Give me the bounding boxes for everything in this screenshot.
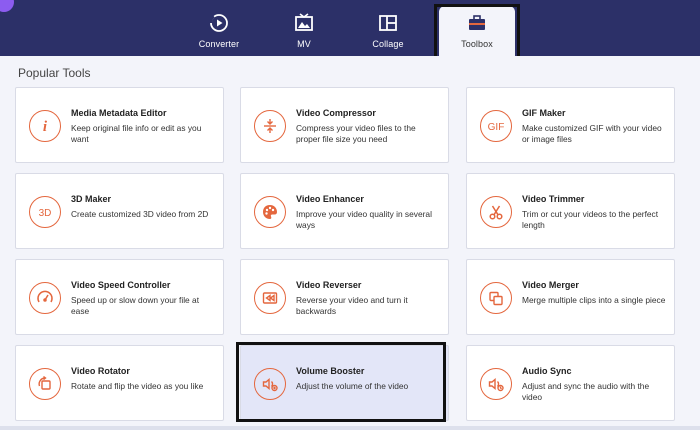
tool-title: GIF Maker xyxy=(522,108,566,118)
scissors-icon xyxy=(480,196,512,228)
tool-description: Reverse your video and turn it backwards xyxy=(296,295,408,316)
tool-card-video-merger[interactable]: Video Merger Merge multiple clips into a… xyxy=(466,259,675,335)
bottom-edge xyxy=(0,426,700,430)
svg-text:i: i xyxy=(43,119,48,135)
tool-description: Rotate and flip the video as you like xyxy=(71,381,204,391)
tab-converter-label: Converter xyxy=(198,39,240,49)
tool-card-video-trimmer[interactable]: Video Trimmer Trim or cut your videos to… xyxy=(466,173,675,249)
toolbox-icon xyxy=(469,15,485,30)
mv-icon xyxy=(295,13,313,31)
audio-sync-icon xyxy=(480,368,512,400)
tool-card-gif-maker[interactable]: GIF GIF Maker Make customized GIF with y… xyxy=(466,87,675,163)
merge-icon xyxy=(480,282,512,314)
tool-card-video-reverser[interactable]: Video Reverser Reverse your video and tu… xyxy=(240,259,449,335)
tool-card-media-metadata-editor[interactable]: i Media Metadata Editor Keep original fi… xyxy=(15,87,224,163)
info-icon: i xyxy=(29,110,61,142)
tool-title: Media Metadata Editor xyxy=(71,108,167,118)
tool-title: Video Rotator xyxy=(71,366,130,376)
svg-text:GIF: GIF xyxy=(488,122,505,133)
tool-card-audio-sync[interactable]: Audio Sync Adjust and sync the audio wit… xyxy=(466,345,675,421)
tab-mv-label: MV xyxy=(297,39,311,49)
tool-description: Adjust and sync the audio with the video xyxy=(522,381,650,402)
rewind-icon xyxy=(254,282,286,314)
tool-card-video-enhancer[interactable]: Video Enhancer Improve your video qualit… xyxy=(240,173,449,249)
svg-text:3D: 3D xyxy=(39,208,52,219)
tab-toolbox[interactable]: Toolbox xyxy=(439,6,515,56)
converter-icon xyxy=(209,14,228,32)
tab-collage[interactable]: Collage xyxy=(350,6,426,56)
speedometer-icon xyxy=(29,282,61,314)
section-title: Popular Tools xyxy=(18,66,91,80)
tool-description: Create customized 3D video from 2D xyxy=(71,209,209,219)
tab-mv[interactable]: MV xyxy=(266,6,342,56)
collage-icon xyxy=(379,15,397,31)
tool-description: Improve your video quality in several wa… xyxy=(296,209,432,230)
tool-title: Video Reverser xyxy=(296,280,362,290)
tool-description: Trim or cut your videos to the perfect l… xyxy=(522,209,659,230)
tool-title: Video Speed Controller xyxy=(71,280,171,290)
tool-card-video-rotator[interactable]: Video Rotator Rotate and flip the video … xyxy=(15,345,224,421)
tool-card-3d-maker[interactable]: 3D 3D Maker Create customized 3D video f… xyxy=(15,173,224,249)
tool-card-volume-booster[interactable]: Volume Booster Adjust the volume of the … xyxy=(240,345,449,421)
palette-icon xyxy=(254,196,286,228)
tool-card-video-speed-controller[interactable]: Video Speed Controller Speed up or slow … xyxy=(15,259,224,335)
tool-card-video-compressor[interactable]: Video Compressor Compress your video fil… xyxy=(240,87,449,163)
volume-icon xyxy=(254,368,286,400)
tool-description: Compress your video files to the proper … xyxy=(296,123,416,144)
tool-title: Video Enhancer xyxy=(296,194,364,204)
compress-icon xyxy=(254,110,286,142)
tab-collage-label: Collage xyxy=(372,39,404,49)
tool-description: Adjust the volume of the video xyxy=(296,381,409,391)
tool-description: Merge multiple clips into a single piece xyxy=(522,295,666,305)
tool-title: Audio Sync xyxy=(522,366,572,376)
tool-title: 3D Maker xyxy=(71,194,112,204)
tool-title: Volume Booster xyxy=(296,366,365,376)
tool-title: Video Compressor xyxy=(296,108,376,118)
top-nav-bar: Converter MV Collage Toolbox xyxy=(0,0,700,56)
tab-converter[interactable]: Converter xyxy=(181,6,257,56)
rotate-icon xyxy=(29,368,61,400)
app-logo-icon xyxy=(0,0,14,12)
tab-toolbox-label: Toolbox xyxy=(461,39,493,49)
tool-title: Video Trimmer xyxy=(522,194,585,204)
tool-description: Make customized GIF with your video or i… xyxy=(522,123,662,144)
tool-title: Video Merger xyxy=(522,280,579,290)
gif-icon: GIF xyxy=(480,110,512,142)
tool-description: Speed up or slow down your file at ease xyxy=(71,295,200,316)
3d-icon: 3D xyxy=(29,196,61,228)
main-content: Popular Tools i Media Metadata Editor Ke… xyxy=(0,56,700,430)
tool-description: Keep original file info or edit as you w… xyxy=(71,123,202,144)
